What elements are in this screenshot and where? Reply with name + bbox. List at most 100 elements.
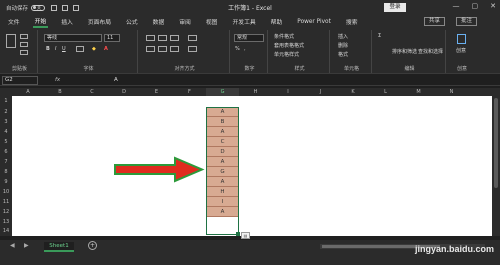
row-header[interactable]: 10 (0, 187, 12, 197)
ideas-button[interactable]: 创意 (456, 47, 466, 54)
name-box[interactable]: G2 (2, 76, 38, 85)
column-header[interactable]: K (337, 88, 369, 96)
column-header[interactable]: F (173, 88, 206, 96)
row-header[interactable]: 9 (0, 177, 12, 187)
italic-icon[interactable]: I (55, 46, 56, 52)
row-header[interactable]: 3 (0, 117, 12, 127)
align-left-icon[interactable] (146, 46, 155, 52)
row-header[interactable]: 12 (0, 207, 12, 217)
tab-page-layout[interactable]: 页面布局 (86, 16, 113, 27)
column-header[interactable]: B (44, 88, 76, 96)
underline-icon[interactable]: U (62, 46, 66, 52)
align-center-icon[interactable] (158, 46, 167, 52)
wrap-text-icon[interactable] (188, 35, 197, 41)
tab-insert[interactable]: 插入 (59, 16, 75, 27)
align-right-icon[interactable] (170, 46, 179, 52)
align-bottom-icon[interactable] (170, 35, 179, 41)
column-header[interactable]: C (76, 88, 108, 96)
bold-icon[interactable]: B (46, 46, 50, 52)
scroll-right-icon[interactable]: ▶ (24, 242, 29, 249)
fill-handle[interactable] (236, 232, 240, 236)
row-header[interactable]: 7 (0, 157, 12, 167)
add-sheet-button[interactable]: + (88, 241, 97, 250)
tab-developer[interactable]: 开发工具 (230, 16, 257, 27)
copy-icon[interactable] (20, 42, 28, 47)
fill-color-icon[interactable]: ◆ (92, 46, 96, 52)
row-header[interactable]: 2 (0, 107, 12, 117)
maximize-icon[interactable]: ▢ (472, 2, 479, 10)
tab-help[interactable]: 帮助 (269, 16, 285, 27)
row-header[interactable]: 14 (0, 227, 12, 236)
scroll-left-icon[interactable]: ◀ (10, 242, 15, 249)
row-header[interactable]: 1 (0, 96, 12, 107)
redo-icon[interactable] (73, 4, 80, 11)
fx-icon[interactable]: fx (55, 77, 60, 83)
worksheet-grid[interactable] (12, 96, 492, 236)
paste-icon[interactable] (6, 34, 16, 48)
insert-cells-button[interactable]: 插入 (338, 33, 348, 40)
row-header[interactable]: 5 (0, 137, 12, 147)
styles-group: 条件格式 套用表格格式 单元格样式 样式 (270, 30, 330, 73)
delete-cells-button[interactable]: 删除 (338, 42, 348, 49)
comma-style-icon[interactable]: , (244, 46, 246, 52)
number-format-select[interactable]: 常规 (234, 34, 264, 42)
comment-button[interactable]: 批注 (456, 17, 478, 26)
ideas-icon[interactable] (457, 34, 466, 44)
column-header[interactable]: H (239, 88, 272, 96)
row-header[interactable]: 13 (0, 217, 12, 227)
tab-search[interactable]: 搜索 (344, 16, 360, 27)
row-header[interactable]: 4 (0, 127, 12, 137)
quick-analysis-icon[interactable]: ▤ (241, 232, 250, 239)
align-middle-icon[interactable] (158, 35, 167, 41)
border-icon[interactable] (76, 46, 84, 52)
column-header[interactable]: A (12, 88, 44, 96)
table-format-button[interactable]: 套用表格格式 (274, 42, 304, 49)
align-top-icon[interactable] (146, 35, 155, 41)
autosave-toggle[interactable]: 关 (31, 4, 46, 11)
tab-data[interactable]: 数据 (151, 16, 167, 27)
cell-styles-button[interactable]: 单元格样式 (274, 51, 299, 58)
tab-formulas[interactable]: 公式 (124, 16, 140, 27)
formula-input[interactable]: A (114, 77, 118, 83)
share-button[interactable]: 共享 (424, 17, 446, 26)
tab-review[interactable]: 审阅 (177, 16, 193, 27)
row-header[interactable]: 11 (0, 197, 12, 207)
column-header[interactable]: J (304, 88, 337, 96)
tab-home[interactable]: 开始 (32, 15, 49, 28)
font-size-select[interactable]: 11 (104, 34, 120, 42)
sort-filter-button[interactable]: 排序和筛选 (392, 48, 417, 55)
column-header[interactable]: D (108, 88, 140, 96)
group-label: 单元格 (343, 66, 359, 72)
undo-icon[interactable] (62, 4, 69, 11)
find-select-button[interactable]: 查找和选择 (418, 48, 443, 55)
cells-group: 插入 删除 格式 单元格 (332, 30, 372, 73)
close-icon[interactable]: ✕ (490, 2, 496, 10)
column-header[interactable]: L (369, 88, 402, 96)
tab-power-pivot[interactable]: Power Pivot (295, 18, 333, 26)
format-cells-button[interactable]: 格式 (338, 51, 348, 58)
annotation-arrow-icon (114, 156, 205, 183)
minimize-icon[interactable]: — (453, 2, 460, 10)
column-header[interactable]: I (272, 88, 304, 96)
column-header[interactable]: N (435, 88, 468, 96)
cut-icon[interactable] (20, 34, 28, 39)
tab-file[interactable]: 文件 (6, 16, 22, 27)
row-header[interactable]: 8 (0, 167, 12, 177)
group-label: 样式 (294, 66, 305, 72)
font-color-icon[interactable]: A (104, 46, 108, 52)
percent-icon[interactable]: % (235, 46, 240, 52)
column-header[interactable]: E (140, 88, 173, 96)
login-button[interactable]: 登录 (384, 3, 406, 12)
merge-center-icon[interactable] (188, 46, 197, 52)
vertical-scrollbar[interactable] (492, 88, 500, 236)
font-name-select[interactable]: 等线 (44, 34, 102, 42)
sheet-tab[interactable]: Sheet1 (44, 242, 74, 252)
save-icon[interactable] (51, 4, 58, 11)
column-header[interactable]: M (402, 88, 435, 96)
format-painter-icon[interactable] (20, 50, 28, 55)
column-header-selected[interactable]: G (206, 88, 239, 96)
tab-view[interactable]: 视图 (204, 16, 220, 27)
conditional-format-button[interactable]: 条件格式 (274, 33, 294, 40)
sum-icon[interactable]: Σ (378, 33, 381, 39)
row-header[interactable]: 6 (0, 147, 12, 157)
